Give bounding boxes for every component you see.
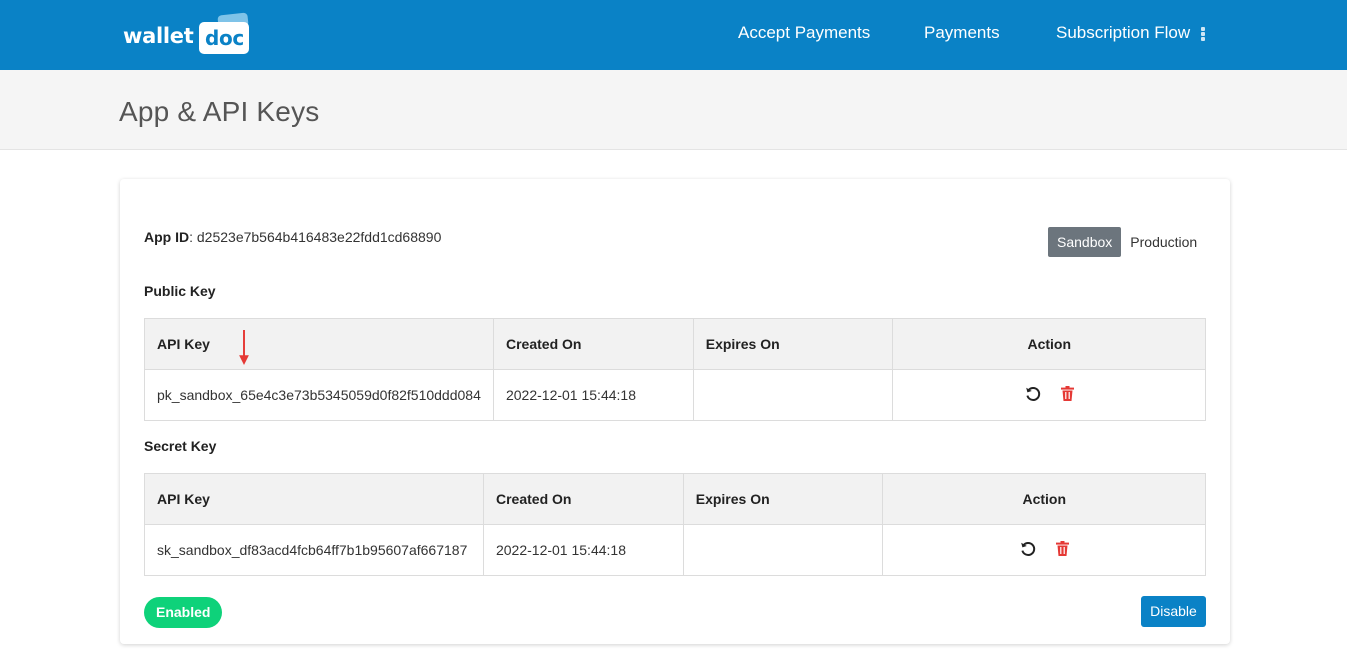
secret-key-label: Secret Key bbox=[144, 438, 217, 454]
logo-word: wallet bbox=[123, 24, 194, 48]
nav-accept-payments[interactable]: Accept Payments bbox=[738, 23, 870, 43]
column-header: Created On bbox=[482, 473, 684, 525]
column-header: API Key bbox=[144, 473, 484, 525]
nav-payments[interactable]: Payments bbox=[924, 23, 1000, 43]
environment-toggle: Sandbox Production bbox=[1048, 227, 1206, 257]
api-keys-card: App ID: d2523e7b564b416483e22fdd1cd68890… bbox=[120, 179, 1230, 644]
refresh-icon[interactable] bbox=[1025, 386, 1041, 405]
status-badge: Enabled bbox=[144, 597, 223, 628]
public-created-on: 2022-12-01 15:44:18 bbox=[492, 369, 694, 421]
app-id-label: App ID bbox=[144, 229, 190, 245]
nav-subscription-flow[interactable]: Subscription Flow bbox=[1056, 23, 1190, 43]
table-row: sk_sandbox_df83acd4fcb64ff7b1b95607af667… bbox=[144, 524, 1206, 576]
sandbox-button[interactable]: Sandbox bbox=[1048, 227, 1122, 257]
walletdoc-logo[interactable]: wallet doc bbox=[123, 12, 250, 59]
secret-expires-on bbox=[682, 524, 884, 576]
production-button[interactable]: Production bbox=[1121, 227, 1206, 257]
secret-key-table: API Key Created On Expires On Action sk_… bbox=[144, 473, 1206, 576]
trash-icon[interactable] bbox=[1060, 386, 1074, 404]
table-header-row: API Key Created On Expires On Action bbox=[144, 473, 1206, 525]
page-header: App & API Keys bbox=[0, 70, 1347, 150]
public-actions bbox=[892, 369, 1206, 421]
secret-actions bbox=[882, 524, 1206, 576]
public-key-table: API Key Created On Expires On Action pk_… bbox=[144, 318, 1206, 421]
page-title: App & API Keys bbox=[119, 96, 320, 127]
top-navbar: wallet doc Accept Payments Payments Subs… bbox=[0, 0, 1347, 70]
trash-icon[interactable] bbox=[1055, 541, 1069, 559]
app-id-value: d2523e7b564b416483e22fdd1cd68890 bbox=[196, 229, 442, 245]
public-expires-on bbox=[692, 369, 894, 421]
red-arrow-icon bbox=[239, 330, 249, 365]
column-header: Created On bbox=[492, 318, 694, 370]
table-header-row: API Key Created On Expires On Action bbox=[144, 318, 1206, 370]
secret-api-key: sk_sandbox_df83acd4fcb64ff7b1b95607af667… bbox=[144, 524, 484, 576]
logo-badge-text: doc bbox=[204, 26, 244, 50]
app-id: App ID: d2523e7b564b416483e22fdd1cd68890 bbox=[144, 229, 442, 245]
public-key-label: Public Key bbox=[144, 283, 216, 299]
kebab-vertical-icon[interactable] bbox=[1201, 27, 1205, 41]
column-header: Action bbox=[892, 318, 1206, 370]
column-header: Expires On bbox=[692, 318, 894, 370]
logo-badge: doc bbox=[199, 12, 250, 54]
column-header: Action bbox=[882, 473, 1206, 525]
disable-button[interactable]: Disable bbox=[1141, 596, 1206, 627]
refresh-icon[interactable] bbox=[1020, 541, 1036, 560]
secret-created-on: 2022-12-01 15:44:18 bbox=[482, 524, 684, 576]
column-header: API Key bbox=[144, 318, 494, 370]
table-row: pk_sandbox_65e4c3e73b5345059d0f82f510ddd… bbox=[144, 369, 1206, 421]
column-header: Expires On bbox=[682, 473, 884, 525]
public-api-key: pk_sandbox_65e4c3e73b5345059d0f82f510ddd… bbox=[144, 369, 494, 421]
